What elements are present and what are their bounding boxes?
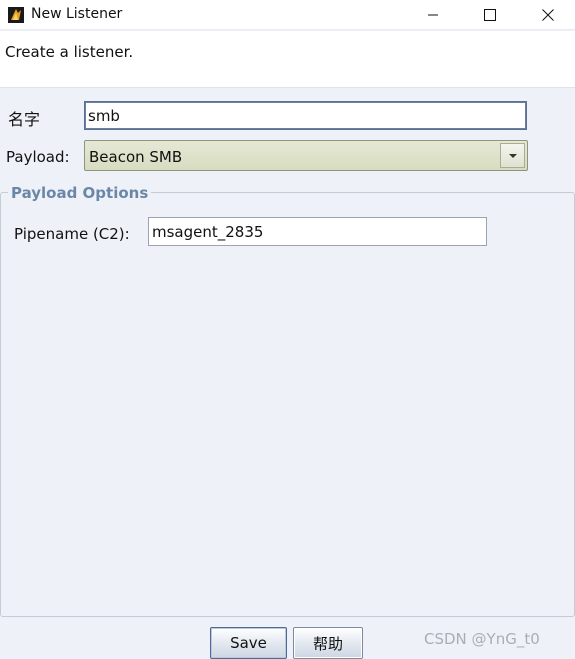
description-text: Create a listener. bbox=[5, 43, 134, 61]
name-field[interactable] bbox=[84, 101, 527, 130]
pipename-field[interactable] bbox=[148, 217, 487, 246]
payload-options-group bbox=[0, 192, 575, 617]
description-panel: Create a listener. bbox=[0, 31, 575, 88]
window-title: New Listener bbox=[31, 6, 123, 22]
app-icon bbox=[8, 7, 24, 23]
pipename-label: Pipename (C2): bbox=[14, 225, 130, 243]
minimize-icon bbox=[428, 14, 438, 16]
dropdown-arrow-button[interactable] bbox=[500, 143, 525, 168]
chevron-down-icon bbox=[508, 153, 517, 158]
watermark-text: CSDN @YnG_t0 bbox=[424, 630, 540, 648]
maximize-button[interactable] bbox=[467, 0, 513, 30]
name-label: 名字 bbox=[8, 110, 41, 129]
maximize-icon bbox=[484, 9, 496, 21]
title-bar: New Listener bbox=[0, 0, 575, 30]
minimize-button[interactable] bbox=[410, 0, 456, 30]
help-button[interactable]: 帮助 bbox=[293, 627, 363, 659]
close-icon bbox=[542, 9, 554, 21]
payload-options-legend: Payload Options bbox=[8, 184, 152, 202]
payload-label: Payload: bbox=[6, 148, 70, 166]
close-button[interactable] bbox=[525, 0, 571, 30]
save-button[interactable]: Save bbox=[210, 627, 287, 659]
payload-select[interactable]: Beacon SMB bbox=[84, 140, 528, 171]
payload-selected-value: Beacon SMB bbox=[89, 148, 183, 166]
